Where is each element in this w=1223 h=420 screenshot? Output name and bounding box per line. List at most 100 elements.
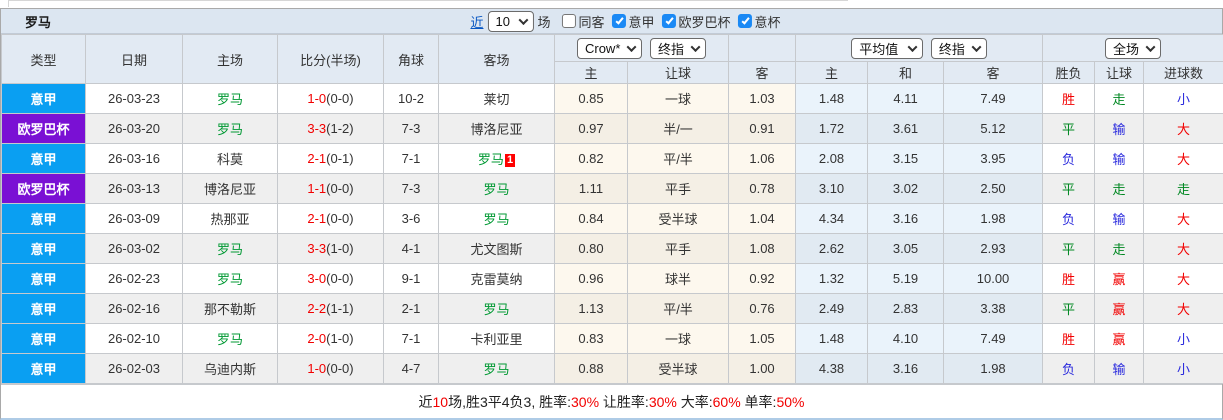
filter-label: 意甲: [628, 14, 655, 30]
handicap-cell: 半/一: [626, 113, 730, 144]
result-handicap-cell: 走: [1094, 173, 1145, 204]
halftime-score: (0-0): [326, 181, 354, 196]
recent-count-select[interactable]: 10: [487, 10, 534, 32]
handicap-cell: 平手: [626, 233, 730, 264]
handicap-cell: 受半球: [626, 203, 730, 234]
summary-part: 大率:: [676, 393, 713, 410]
crow-away-odds: 0.92: [728, 263, 797, 294]
score-cell: 2-2(1-1): [277, 293, 384, 324]
halftime-score: (0-0): [326, 361, 354, 376]
avg-home-odds: 2.49: [795, 293, 869, 324]
home-team-cell: 罗马: [182, 323, 278, 354]
crow-away-odds: 0.76: [728, 293, 797, 324]
filter-checkbox[interactable]: 意杯: [737, 12, 781, 31]
col-header-corners: 角球: [383, 34, 439, 84]
avg-draw-odds: 3.05: [867, 233, 945, 264]
filter-checkbox[interactable]: 同客: [561, 12, 605, 31]
away-team-cell: 罗马: [438, 203, 555, 234]
sub-header-avg-draw: 和: [867, 61, 945, 84]
crow-away-odds: 1.04: [728, 203, 797, 234]
result-goals-cell: 小: [1143, 323, 1223, 354]
empty-header-cell: [728, 34, 797, 62]
filter-checkbox[interactable]: 欧罗巴杯: [661, 12, 731, 31]
corners-cell: 7-3: [383, 113, 439, 144]
chevron-down-icon: [518, 14, 528, 25]
recent-matches-link[interactable]: 近: [470, 12, 483, 31]
halftime-score: (0-0): [326, 211, 354, 226]
checkbox-unchecked-icon[interactable]: [561, 14, 576, 28]
halftime-score: (1-0): [326, 241, 354, 256]
match-row: 意甲 26-03-23 罗马 1-0(0-0) 10-2 莱切 0.85 一球 1.03 1.48…: [1, 83, 1223, 114]
corners-cell: 4-7: [383, 353, 439, 384]
result-wdl-cell: 负: [1042, 143, 1096, 174]
avg-home-odds: 1.48: [795, 323, 869, 354]
summary-part: 近: [418, 393, 433, 410]
home-team-cell: 那不勒斯: [182, 293, 278, 324]
result-wdl-cell: 负: [1042, 353, 1096, 384]
checkbox-checked-icon[interactable]: [661, 14, 676, 28]
result-goals-cell: 走: [1143, 173, 1223, 204]
avg-away-odds: 5.12: [943, 113, 1044, 144]
filter-controls: 近 10 场 同客 意甲 欧罗巴杯 意杯: [470, 10, 781, 32]
avg-home-odds: 2.62: [795, 233, 869, 264]
avg-home-odds: 2.08: [795, 143, 869, 174]
crow-home-odds: 0.96: [554, 263, 628, 294]
league-cell: 意甲: [1, 263, 86, 294]
date-cell: 26-03-23: [85, 83, 183, 114]
date-cell: 26-03-09: [85, 203, 183, 234]
away-team-cell: 博洛尼亚: [438, 113, 555, 144]
bookmaker-final-select[interactable]: 终指: [650, 37, 707, 59]
avg-away-odds: 7.49: [943, 323, 1044, 354]
avg-draw-odds: 4.11: [867, 83, 945, 114]
crow-away-odds: 1.08: [728, 233, 797, 264]
league-cell: 意甲: [1, 233, 86, 264]
away-team-cell: 卡利亚里: [438, 323, 555, 354]
league-cell: 意甲: [1, 353, 86, 384]
sub-header-result-handicap: 让球: [1094, 61, 1145, 84]
corners-cell: 4-1: [383, 233, 439, 264]
match-row: 意甲 26-02-03 乌迪内斯 1-0(0-0) 4-7 罗马 0.88 受半球 1.00 4.…: [1, 353, 1223, 384]
average-select[interactable]: 平均值: [851, 37, 924, 59]
summary-part: 让胜率:: [599, 393, 649, 410]
home-team-cell: 乌迪内斯: [182, 353, 278, 384]
crow-away-odds: 1.03: [728, 83, 797, 114]
halftime-score: (0-1): [326, 151, 354, 166]
crow-home-odds: 0.97: [554, 113, 628, 144]
crow-home-odds: 0.84: [554, 203, 628, 234]
crow-home-odds: 1.13: [554, 293, 628, 324]
halftime-score: (0-0): [326, 91, 354, 106]
col-header-home: 主场: [182, 34, 278, 84]
bookmaker-select[interactable]: Crow*: [576, 37, 643, 59]
sub-header-result-goals: 进球数: [1143, 61, 1223, 84]
away-team-cell: 莱切: [438, 83, 555, 114]
result-handicap-cell: 输: [1094, 353, 1145, 384]
avg-draw-odds: 4.10: [867, 323, 945, 354]
fulltime-score: 2-1: [307, 151, 327, 166]
result-handicap-cell: 输: [1094, 203, 1145, 234]
average-final-value: 终指: [938, 41, 965, 57]
fulltime-score: 1-0: [307, 361, 327, 376]
result-goals-cell: 大: [1143, 263, 1223, 294]
title-bar: 罗马 近 10 场 同客 意甲 欧罗巴杯 意杯: [1, 9, 1222, 34]
recent-suffix-label: 场: [537, 14, 551, 30]
handicap-cell: 平/半: [626, 143, 730, 174]
result-wdl-cell: 平: [1042, 113, 1096, 144]
full-match-select[interactable]: 全场: [1105, 37, 1162, 59]
col-header-date: 日期: [85, 34, 183, 84]
crow-home-odds: 0.83: [554, 323, 628, 354]
result-handicap-cell: 赢: [1094, 323, 1145, 354]
result-goals-cell: 大: [1143, 113, 1223, 144]
sub-header-crow-away: 客: [728, 61, 797, 84]
result-goals-cell: 大: [1143, 293, 1223, 324]
fulltime-score: 2-2: [307, 301, 327, 316]
score-cell: 2-1(0-0): [277, 203, 384, 234]
checkbox-checked-icon[interactable]: [611, 14, 626, 28]
average-select-header: 平均值 终指: [795, 34, 1044, 62]
result-handicap-cell: 赢: [1094, 263, 1145, 294]
filter-checkbox[interactable]: 意甲: [611, 12, 655, 31]
checkbox-checked-icon[interactable]: [737, 14, 752, 28]
home-team-cell: 罗马: [182, 263, 278, 294]
avg-away-odds: 7.49: [943, 83, 1044, 114]
average-final-select[interactable]: 终指: [930, 37, 987, 59]
result-wdl-cell: 胜: [1042, 83, 1096, 114]
